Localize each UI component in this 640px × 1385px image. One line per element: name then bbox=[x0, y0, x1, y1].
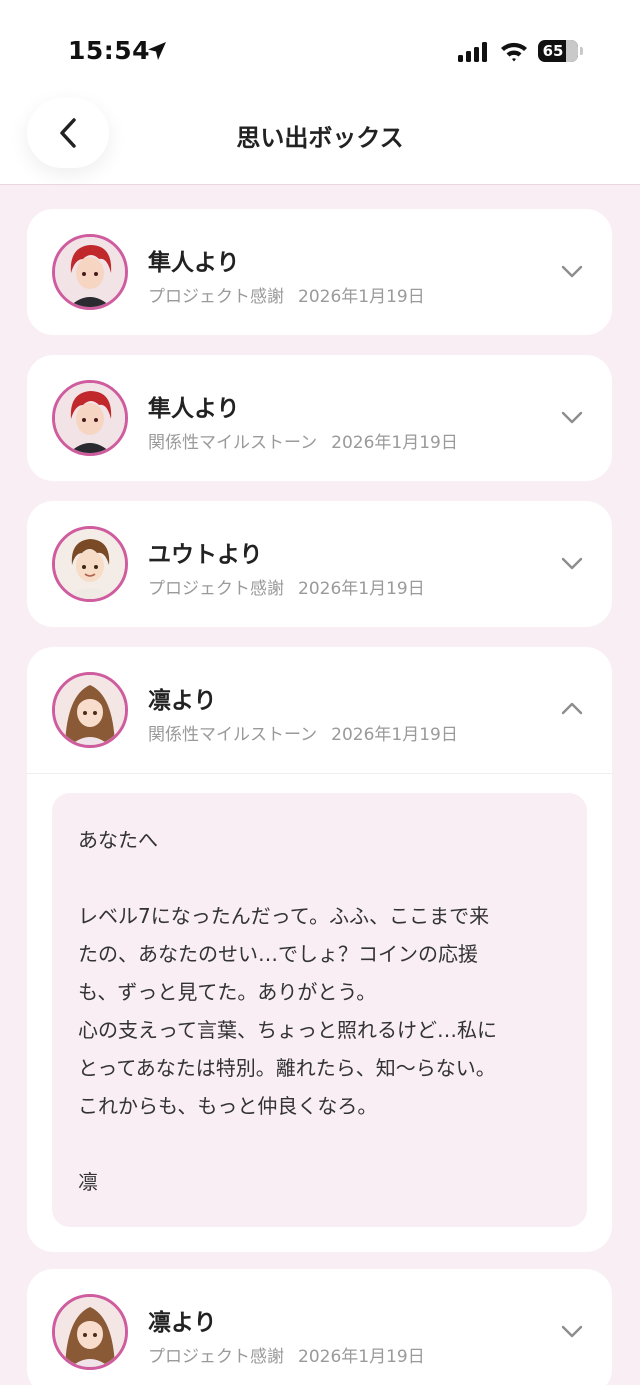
sender-name: 凛より bbox=[148, 1310, 217, 1336]
memory-date: 2026年1月19日 bbox=[298, 287, 425, 307]
location-arrow-icon bbox=[148, 42, 166, 60]
memory-card[interactable]: ユウトより プロジェクト感謝 2026年1月19日 bbox=[27, 501, 612, 627]
memory-card[interactable]: 隼人より 関係性マイルストーン 2026年1月19日 bbox=[27, 355, 612, 481]
sender-name: ユウトより bbox=[148, 542, 263, 568]
status-time: 15:54 bbox=[68, 36, 151, 65]
memory-date: 2026年1月19日 bbox=[298, 1347, 425, 1367]
avatar bbox=[52, 672, 128, 748]
memory-category: 関係性マイルストーン bbox=[148, 433, 318, 453]
battery-icon: 65 bbox=[538, 40, 578, 62]
memory-card-header[interactable]: ユウトより プロジェクト感謝 2026年1月19日 bbox=[27, 501, 612, 627]
memory-card-header[interactable]: 凛より 関係性マイルストーン 2026年1月19日 bbox=[27, 647, 612, 773]
navigation-bar: 思い出ボックス bbox=[0, 92, 640, 185]
avatar bbox=[52, 380, 128, 456]
signal-icon bbox=[458, 42, 487, 62]
red-hair-boy-avatar bbox=[55, 237, 125, 307]
memory-card[interactable]: 凛より プロジェクト感謝 2026年1月19日 bbox=[27, 1269, 612, 1385]
memory-category: プロジェクト感謝 bbox=[148, 287, 284, 307]
memory-card[interactable]: 隼人より プロジェクト感謝 2026年1月19日 bbox=[27, 209, 612, 335]
avatar bbox=[52, 526, 128, 602]
letter-line: これからも、もっと仲良くなろ。 bbox=[78, 1094, 378, 1118]
letter-line bbox=[78, 1125, 561, 1163]
status-bar: 15:54 65 bbox=[0, 0, 640, 92]
chevron-down-icon[interactable] bbox=[560, 553, 584, 573]
chevron-down-icon[interactable] bbox=[560, 261, 584, 281]
letter-line: たの、あなたのせい…でしょ？コインの応援 bbox=[78, 942, 478, 966]
letter-line: とってあなたは特別。離れたら、知〜らない。 bbox=[78, 1056, 496, 1080]
memory-date: 2026年1月19日 bbox=[331, 433, 458, 453]
brown-hair-boy-avatar bbox=[55, 529, 125, 599]
memory-card-header[interactable]: 隼人より プロジェクト感謝 2026年1月19日 bbox=[27, 209, 612, 335]
memory-card-expanded[interactable]: 凛より 関係性マイルストーン 2026年1月19日 あなたへ レベル7になったんだ… bbox=[27, 647, 612, 1252]
page-title: 思い出ボックス bbox=[236, 124, 404, 152]
avatar bbox=[52, 1294, 128, 1370]
letter-line: 心の支えって言葉、ちょっと照れるけど…私に bbox=[78, 1018, 497, 1042]
letter-line: あなたへ bbox=[78, 828, 158, 852]
memory-meta: プロジェクト感謝 2026年1月19日 bbox=[148, 574, 425, 599]
avatar bbox=[52, 234, 128, 310]
memory-meta: プロジェクト感謝 2026年1月19日 bbox=[148, 1342, 425, 1367]
memory-meta: 関係性マイルストーン 2026年1月19日 bbox=[148, 428, 458, 453]
memory-category: プロジェクト感謝 bbox=[148, 1347, 284, 1367]
memory-category: プロジェクト感謝 bbox=[148, 579, 284, 599]
chevron-up-icon[interactable] bbox=[560, 699, 584, 719]
brown-hair-girl-avatar bbox=[55, 675, 125, 745]
sender-name: 凛より bbox=[148, 688, 217, 714]
letter-signature: 凛 bbox=[78, 1170, 98, 1194]
red-hair-boy-avatar bbox=[55, 383, 125, 453]
memory-date: 2026年1月19日 bbox=[298, 579, 425, 599]
memory-date: 2026年1月19日 bbox=[331, 725, 458, 745]
wifi-icon bbox=[501, 42, 527, 62]
letter-line bbox=[78, 859, 561, 897]
sender-name: 隼人より bbox=[148, 250, 240, 276]
letter-body: あなたへ レベル7になったんだって。ふふ、ここまで来 たの、あなたのせい…でしょ… bbox=[52, 793, 587, 1227]
memory-card-header[interactable]: 隼人より 関係性マイルストーン 2026年1月19日 bbox=[27, 355, 612, 481]
sender-name: 隼人より bbox=[148, 396, 240, 422]
letter-line: レベル7になったんだって。ふふ、ここまで来 bbox=[78, 904, 490, 928]
memory-card-header[interactable]: 凛より プロジェクト感謝 2026年1月19日 bbox=[27, 1269, 612, 1385]
memory-meta: 関係性マイルストーン 2026年1月19日 bbox=[148, 720, 458, 745]
memory-category: 関係性マイルストーン bbox=[148, 725, 318, 745]
chevron-down-icon[interactable] bbox=[560, 407, 584, 427]
letter-line: も、ずっと見てた。ありがとう。 bbox=[78, 980, 377, 1004]
battery-percentage: 65 bbox=[542, 42, 564, 60]
chevron-down-icon[interactable] bbox=[560, 1321, 584, 1341]
brown-hair-girl-avatar bbox=[55, 1297, 125, 1367]
divider bbox=[27, 773, 612, 774]
memory-meta: プロジェクト感謝 2026年1月19日 bbox=[148, 282, 425, 307]
